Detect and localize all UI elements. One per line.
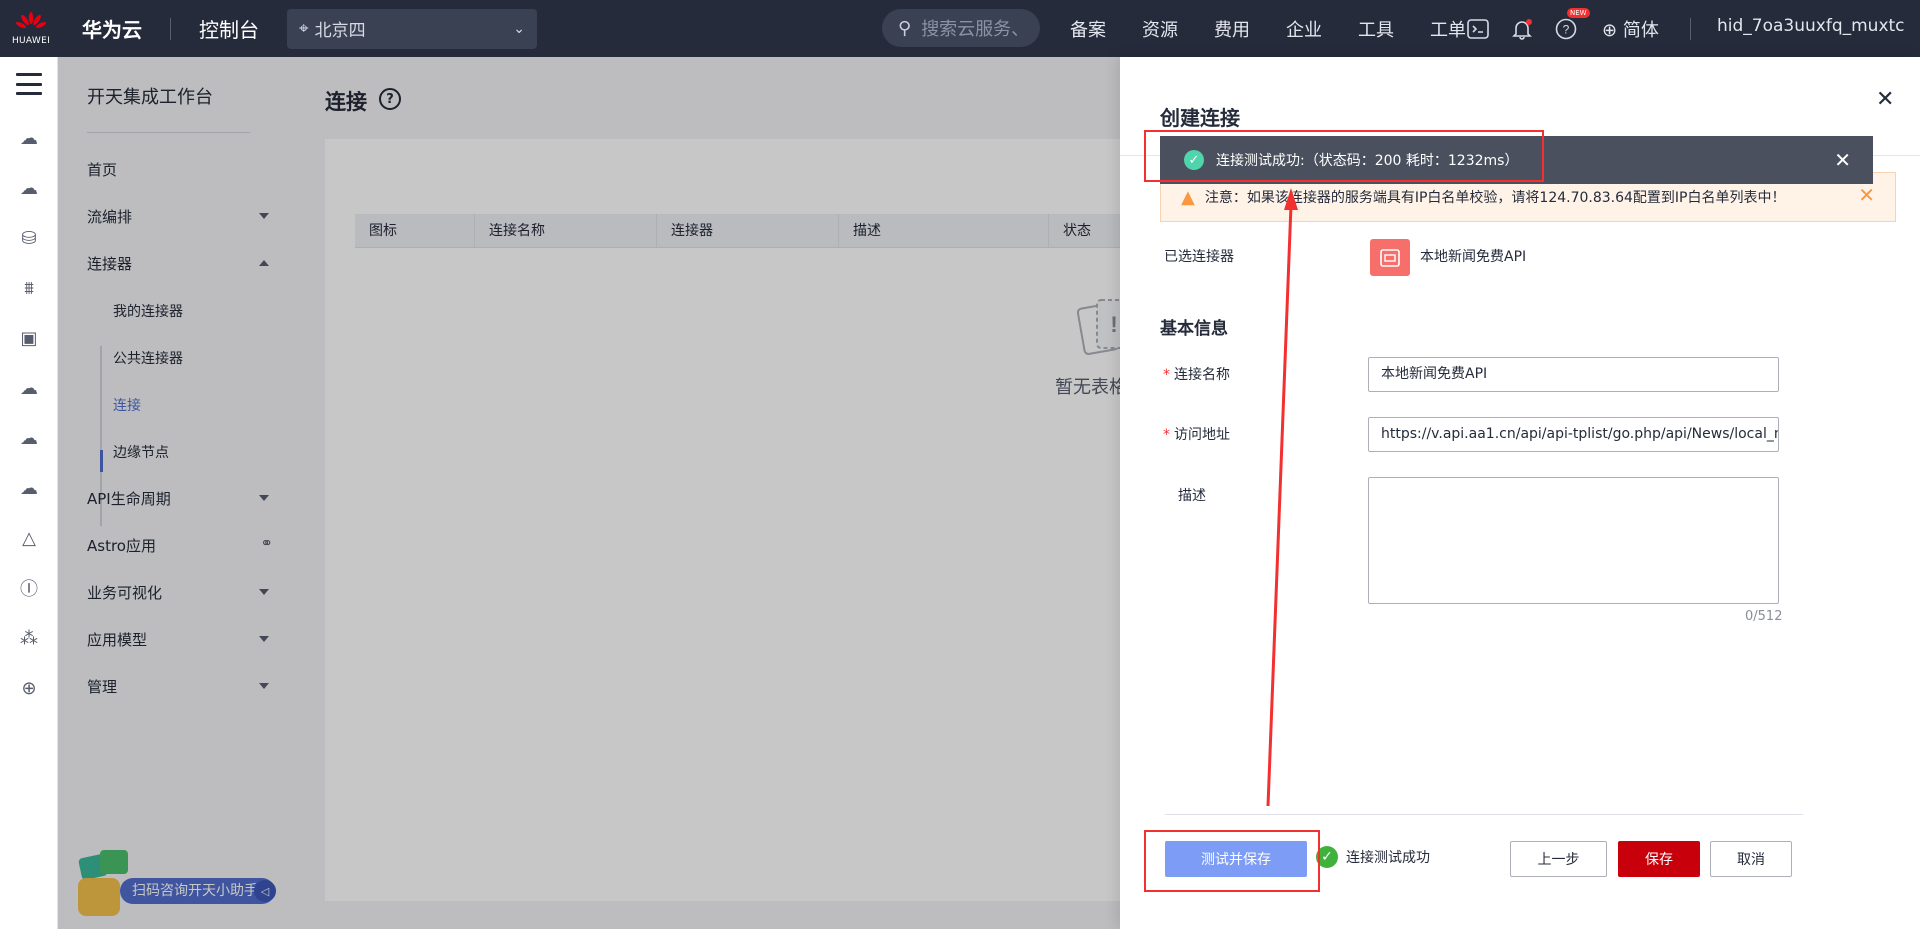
database-icon[interactable]: ⛁ (16, 227, 42, 249)
close-icon[interactable]: ✕ (1834, 148, 1851, 172)
location-pin-icon: ⌖ (299, 18, 309, 39)
test-status: ✓ 连接测试成功 (1316, 846, 1430, 868)
cloud-outline-icon[interactable]: ☁ (16, 377, 42, 399)
connection-name-label: * 连接名称 (1163, 364, 1230, 384)
brand-name[interactable]: 华为云 (82, 14, 142, 43)
document-icon[interactable]: ▣ (16, 327, 42, 349)
terminal-icon[interactable] (1465, 16, 1491, 42)
cancel-button[interactable]: 取消 (1710, 841, 1792, 877)
topbar-icons: ? NEW (1465, 0, 1597, 57)
pyramid-icon[interactable]: △ (16, 527, 42, 549)
required-asterisk: * (1163, 427, 1170, 443)
search-icon: ⚲ (898, 17, 912, 39)
annotation-box-toast (1144, 130, 1544, 182)
language-label: 简体 (1622, 20, 1659, 41)
previous-step-button[interactable]: 上一步 (1510, 841, 1607, 877)
globe-www-icon[interactable]: ⊕ (16, 677, 42, 699)
section-basic-info: 基本信息 (1160, 319, 1228, 339)
console-title[interactable]: 控制台 (199, 14, 259, 43)
field-label-text: 访问地址 (1174, 427, 1230, 443)
divider (1690, 18, 1691, 40)
divider (170, 17, 171, 40)
bell-icon[interactable] (1509, 16, 1535, 42)
globe-icon: ⊕ (1602, 20, 1618, 41)
cloud-icon[interactable]: ☁ (16, 177, 42, 199)
huawei-petal-icon (15, 11, 47, 28)
annotation-box-button (1144, 830, 1320, 892)
nav-enterprise[interactable]: 企业 (1286, 16, 1322, 42)
service-icon-rail: ☁ ☁ ⛁ ⩩ ▣ ☁ ☁ ☁ △ Ⓘ ⁂ ⊕ (0, 57, 58, 929)
cloud-upload-icon[interactable]: ☁ (16, 427, 42, 449)
divider (1165, 814, 1803, 815)
access-url-label: * 访问地址 (1163, 424, 1230, 444)
nav-resources[interactable]: 资源 (1142, 16, 1178, 42)
nav-filing[interactable]: 备案 (1070, 16, 1106, 42)
news-connector-icon (1370, 239, 1410, 276)
cloud-server-icon[interactable]: ☁ (16, 127, 42, 149)
description-textarea[interactable] (1368, 477, 1779, 604)
help-icon[interactable]: ? NEW (1553, 7, 1590, 42)
nav-tools[interactable]: 工具 (1358, 16, 1394, 42)
save-button[interactable]: 保存 (1618, 841, 1700, 877)
access-url-input[interactable]: https://v.api.aa1.cn/api/api-tplist/go.p… (1368, 417, 1779, 452)
connection-name-input[interactable]: 本地新闻免费API (1368, 357, 1779, 392)
warning-icon: ▲ (1181, 186, 1195, 208)
ip-icon[interactable]: Ⓘ (16, 577, 42, 600)
hamburger-menu-icon[interactable] (16, 73, 42, 95)
svg-text:?: ? (1563, 22, 1570, 36)
language-switch[interactable]: ⊕ 简体 (1602, 16, 1659, 42)
close-icon[interactable]: ✕ (1876, 87, 1894, 112)
nav-billing[interactable]: 费用 (1214, 16, 1250, 42)
warning-text: 注意：如果该连接器的服务端具有IP白名单校验，请将124.70.83.64配置到… (1204, 190, 1786, 206)
region-selector[interactable]: ⌖ 北京四 ⌄ (287, 8, 537, 49)
close-icon[interactable]: ✕ (1858, 183, 1875, 207)
chevron-down-icon: ⌄ (513, 20, 525, 37)
char-counter: 0/512 (1745, 609, 1783, 624)
required-asterisk: * (1163, 367, 1170, 383)
logo-text: HUAWEI (11, 35, 51, 46)
selected-connector-name: 本地新闻免费API (1420, 249, 1527, 265)
test-status-text: 连接测试成功 (1346, 850, 1430, 866)
field-label-text: 连接名称 (1174, 367, 1230, 383)
huawei-logo[interactable]: HUAWEI (0, 0, 62, 57)
drawer-title: 创建连接 (1160, 106, 1240, 130)
nav-tickets[interactable]: 工单 (1430, 16, 1466, 42)
username[interactable]: hid_7oa3uuxfq_muxtc (1717, 16, 1905, 36)
cloud-sync-icon[interactable]: ☁ (16, 477, 42, 499)
selected-connector-label: 已选连接器 (1164, 249, 1234, 265)
new-badge: NEW (1567, 7, 1590, 18)
top-nav-links: 备案 资源 费用 企业 工具 工单 (1070, 0, 1502, 57)
bridge-icon[interactable]: ⩩ (16, 277, 42, 299)
search-box[interactable]: ⚲ 搜索云服务、 (882, 9, 1040, 47)
region-label: 北京四 (314, 21, 366, 41)
modal-backdrop[interactable] (58, 57, 1120, 929)
description-label: 描述 (1178, 488, 1206, 504)
cluster-icon[interactable]: ⁂ (16, 627, 42, 649)
search-placeholder: 搜索云服务、 (921, 19, 1030, 40)
